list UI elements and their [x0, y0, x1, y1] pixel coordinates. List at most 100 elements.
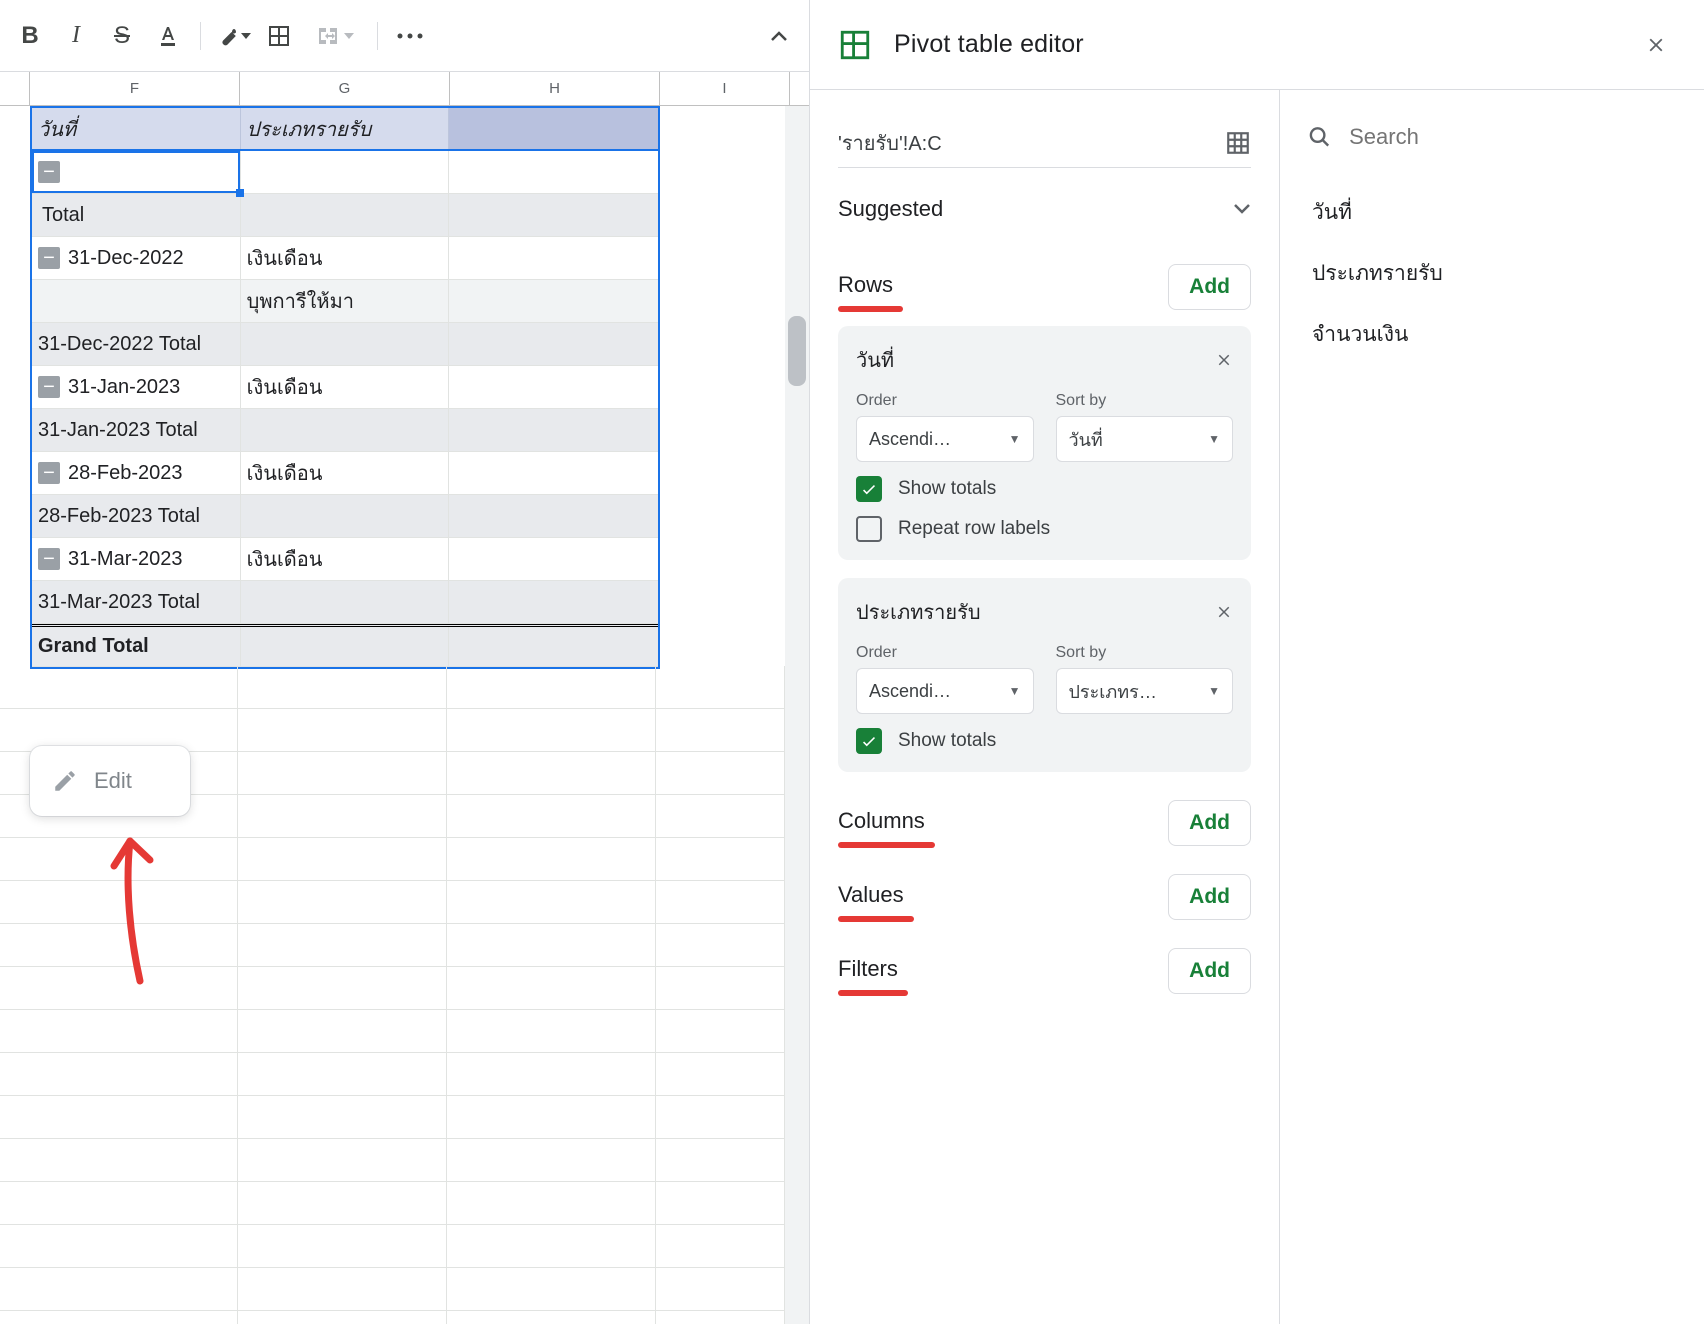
search-icon: [1308, 124, 1331, 150]
empty-row[interactable]: [0, 1053, 785, 1096]
sortby-select[interactable]: ประเภทร…▼: [1056, 668, 1234, 714]
selection-handle[interactable]: [236, 189, 244, 197]
pivot-row[interactable]: บุพการีให้มา: [32, 280, 658, 323]
collapse-icon[interactable]: −: [38, 376, 60, 398]
cell-text: Grand Total: [38, 635, 149, 658]
checkbox-icon: [856, 728, 882, 754]
order-select[interactable]: Ascendi…▼: [856, 668, 1034, 714]
data-range-text: 'รายรับ'!A:C: [838, 127, 942, 159]
add-columns-button[interactable]: Add: [1168, 800, 1251, 846]
order-select[interactable]: Ascendi…▼: [856, 416, 1034, 462]
collapse-icon[interactable]: −: [38, 462, 60, 484]
col-header-G[interactable]: G: [240, 72, 450, 105]
empty-row[interactable]: [0, 666, 785, 709]
pivot-row[interactable]: −31-Jan-2023 เงินเดือน: [32, 366, 658, 409]
remove-card-button[interactable]: [1215, 603, 1233, 621]
cell-text: 28-Feb-2023: [68, 462, 183, 485]
pivot-header-row: วันที่ ประเภทรายรับ: [32, 108, 658, 151]
pivot-grand-total[interactable]: Grand Total: [32, 624, 658, 667]
annotation-underline: [838, 916, 914, 922]
section-filters: Filters Add: [838, 948, 1251, 994]
text-color-button[interactable]: [148, 16, 188, 56]
pivot-row[interactable]: −31-Mar-2023 เงินเดือน: [32, 538, 658, 581]
collapse-icon[interactable]: −: [38, 161, 60, 183]
pivot-row[interactable]: 31-Dec-2022 Total: [32, 323, 658, 366]
checkbox-label: Show totals: [898, 730, 996, 752]
collapse-icon[interactable]: −: [38, 247, 60, 269]
close-icon: [1215, 603, 1233, 621]
order-label: Order: [856, 644, 1034, 662]
empty-row[interactable]: [0, 1096, 785, 1139]
close-icon: [1215, 351, 1233, 369]
field-item[interactable]: วันที่: [1308, 182, 1676, 243]
pivot-row[interactable]: 31-Mar-2023 Total: [32, 581, 658, 624]
edit-pivot-chip[interactable]: Edit: [30, 746, 190, 816]
sortby-select[interactable]: วันที่▼: [1056, 416, 1234, 462]
repeat-labels-checkbox[interactable]: Repeat row labels: [856, 516, 1233, 542]
collapse-toolbar-button[interactable]: [759, 16, 799, 56]
data-range-row[interactable]: 'รายรับ'!A:C: [838, 118, 1251, 168]
vertical-scrollbar[interactable]: [785, 106, 809, 1324]
pivot-row[interactable]: 31-Jan-2023 Total: [32, 409, 658, 452]
empty-row[interactable]: [0, 881, 785, 924]
cell-text: 31-Mar-2023: [68, 548, 183, 571]
empty-row[interactable]: [0, 1225, 785, 1268]
caret-down-icon: ▼: [1208, 684, 1220, 698]
scrollbar-thumb[interactable]: [788, 316, 806, 386]
col-header-F[interactable]: F: [30, 72, 240, 105]
italic-button[interactable]: I: [56, 16, 96, 56]
select-all-corner[interactable]: [0, 72, 30, 105]
toolbar: B I S: [0, 0, 809, 72]
remove-card-button[interactable]: [1215, 351, 1233, 369]
empty-row[interactable]: [0, 967, 785, 1010]
cell-text: เงินเดือน: [247, 242, 323, 274]
empty-row[interactable]: [0, 1311, 785, 1324]
cell-text: 31-Dec-2022: [68, 247, 184, 270]
suggested-row[interactable]: Suggested: [838, 196, 1251, 222]
col-header-H[interactable]: H: [450, 72, 660, 105]
bold-button[interactable]: B: [10, 16, 50, 56]
grid[interactable]: F G H I วันที่ ประเภทรายรับ −: [0, 72, 809, 1324]
close-button[interactable]: [1636, 25, 1676, 65]
select-range-icon[interactable]: [1225, 130, 1251, 156]
show-totals-checkbox[interactable]: Show totals: [856, 728, 1233, 754]
search-field[interactable]: [1308, 110, 1676, 164]
row-card: ประเภทรายรับ Order Ascendi…▼ Sort by ประ…: [838, 578, 1251, 772]
cell-text: บุพการีให้มา: [247, 285, 354, 317]
cell-text: 31-Dec-2022 Total: [38, 333, 201, 356]
empty-row[interactable]: [0, 1182, 785, 1225]
checkbox-icon: [856, 516, 882, 542]
empty-row[interactable]: [0, 1010, 785, 1053]
section-columns: Columns Add: [838, 800, 1251, 846]
pivot-row[interactable]: −28-Feb-2023 เงินเดือน: [32, 452, 658, 495]
fill-color-button[interactable]: [213, 16, 253, 56]
empty-row[interactable]: [0, 924, 785, 967]
column-headers: F G H I: [0, 72, 809, 106]
pivot-row[interactable]: Total: [32, 194, 658, 237]
merge-button[interactable]: [305, 16, 365, 56]
show-totals-checkbox[interactable]: Show totals: [856, 476, 1233, 502]
empty-row[interactable]: [0, 1139, 785, 1182]
field-item[interactable]: ประเภทรายรับ: [1308, 243, 1676, 304]
col-header-I[interactable]: I: [660, 72, 790, 105]
add-filters-button[interactable]: Add: [1168, 948, 1251, 994]
collapse-icon[interactable]: −: [38, 548, 60, 570]
pivot-row[interactable]: −: [32, 151, 658, 194]
add-values-button[interactable]: Add: [1168, 874, 1251, 920]
add-rows-button[interactable]: Add: [1168, 264, 1251, 310]
field-item[interactable]: จำนวนเงิน: [1308, 304, 1676, 365]
empty-row[interactable]: [0, 1268, 785, 1311]
section-label: Rows: [838, 272, 893, 302]
empty-row[interactable]: [0, 838, 785, 881]
search-input[interactable]: [1349, 124, 1676, 150]
more-button[interactable]: [390, 16, 430, 56]
pencil-icon: [52, 768, 78, 794]
pivot-row[interactable]: 28-Feb-2023 Total: [32, 495, 658, 538]
section-label: Columns: [838, 808, 925, 838]
pivot-header-c1: วันที่: [32, 108, 241, 149]
strikethrough-button[interactable]: S: [102, 16, 142, 56]
pivot-row[interactable]: −31-Dec-2022 เงินเดือน: [32, 237, 658, 280]
pivot-table[interactable]: วันที่ ประเภทรายรับ −: [30, 106, 660, 669]
borders-button[interactable]: [259, 16, 299, 56]
cell-text: Total: [42, 204, 84, 227]
